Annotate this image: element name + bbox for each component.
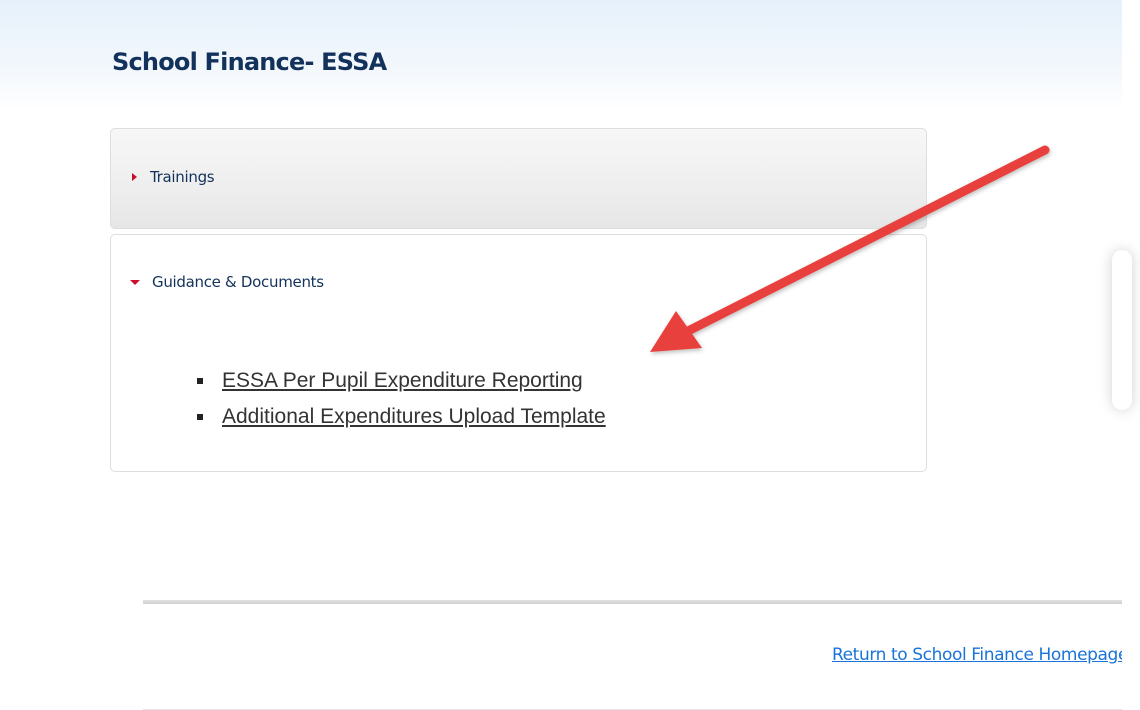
additional-expenditures-template-link[interactable]: Additional Expenditures Upload Template (222, 405, 606, 429)
footer-divider-top (143, 600, 1122, 604)
accordion-panel-guidance-documents: Guidance & Documents ESSA Per Pupil Expe… (110, 234, 927, 472)
accordion-label-trainings: Trainings (150, 168, 215, 186)
bullet-icon (197, 414, 203, 420)
floating-widget-edge (1112, 250, 1132, 410)
return-to-homepage-link[interactable]: Return to School Finance Homepage (832, 645, 1128, 665)
accordion-panel-trainings: Trainings (110, 128, 927, 229)
accordion-label-guidance-documents: Guidance & Documents (152, 273, 324, 291)
list-item: Additional Expenditures Upload Template (197, 399, 606, 435)
accordion-toggle-trainings[interactable]: Trainings (129, 168, 215, 186)
list-item: ESSA Per Pupil Expenditure Reporting (197, 363, 606, 399)
caret-down-icon (130, 279, 140, 285)
document-list: ESSA Per Pupil Expenditure Reporting Add… (197, 363, 606, 435)
caret-right-icon (132, 173, 137, 181)
accordion-toggle-guidance-documents[interactable]: Guidance & Documents (129, 273, 324, 291)
page-title: School Finance- ESSA (112, 48, 387, 76)
essa-per-pupil-expenditure-link[interactable]: ESSA Per Pupil Expenditure Reporting (222, 369, 583, 393)
bullet-icon (197, 378, 203, 384)
page: School Finance- ESSA Trainings Guidance … (0, 0, 1140, 710)
